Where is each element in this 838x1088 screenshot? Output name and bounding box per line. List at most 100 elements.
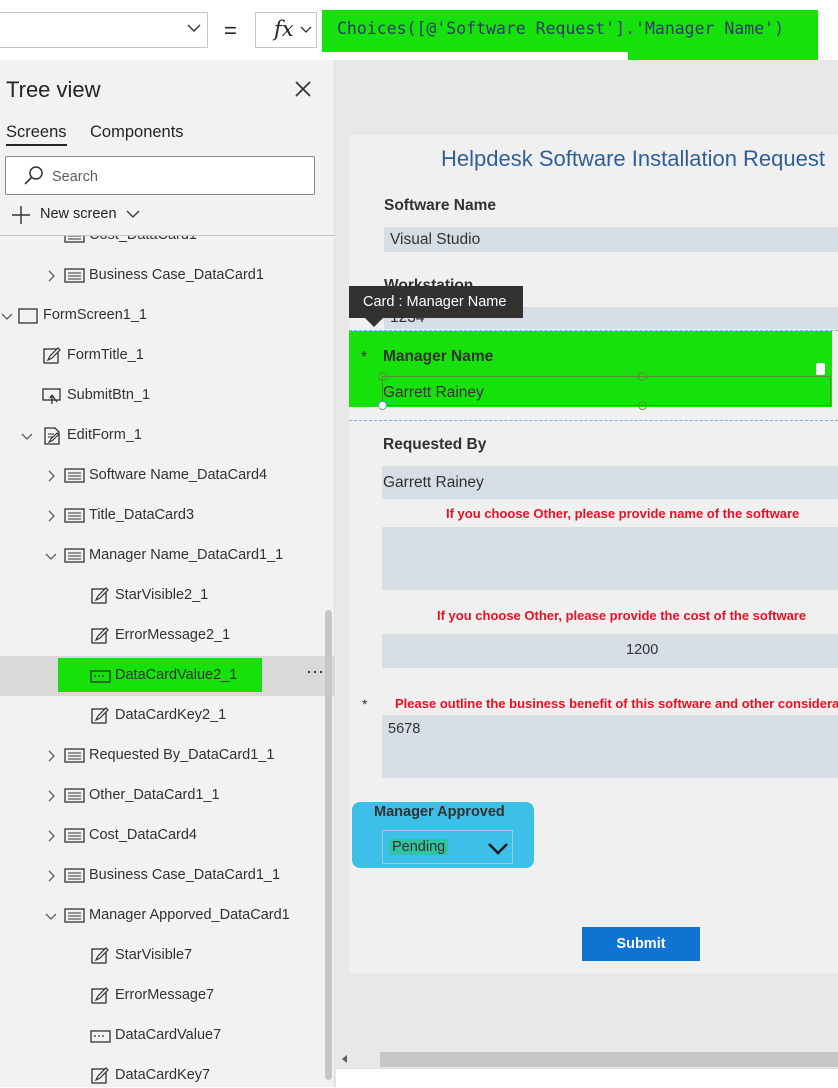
tree-node[interactable]: DataCardKey2_1 xyxy=(0,696,335,736)
card-icon xyxy=(64,788,85,803)
tree-node[interactable]: StarVisible2_1 xyxy=(0,576,335,616)
tree-node[interactable]: Manager Apporved_DataCard1 xyxy=(0,896,335,936)
tree-node[interactable]: FormScreen1_1 xyxy=(0,296,335,336)
scrollbar-thumb[interactable] xyxy=(380,1052,838,1067)
fx-button[interactable]: fx xyxy=(255,12,317,48)
card-icon xyxy=(64,468,85,483)
tree-node[interactable]: Other_DataCard1_1 xyxy=(0,776,335,816)
chevron-right-icon[interactable] xyxy=(44,869,58,883)
search-input[interactable]: Search xyxy=(5,156,315,195)
tree-node[interactable]: Manager Name_DataCard1_1 xyxy=(0,536,335,576)
chevron-down-icon[interactable] xyxy=(44,549,58,563)
edit-label-icon xyxy=(91,1067,109,1084)
tree-node-label: ErrorMessage2_1 xyxy=(115,627,231,643)
tree-node-label: DataCardValue7 xyxy=(115,1027,222,1043)
tree-node-label: Business Case_DataCard1 xyxy=(89,267,264,283)
tree-scrollbar[interactable] xyxy=(325,610,332,1080)
other-name-field[interactable] xyxy=(382,527,838,590)
chevron-right-icon[interactable] xyxy=(44,469,58,483)
tab-screens[interactable]: Screens xyxy=(6,123,67,142)
requested-by-field[interactable]: Garrett Rainey xyxy=(382,466,838,499)
tree-node[interactable]: Title_DataCard3 xyxy=(0,496,335,536)
panel-title: Tree view xyxy=(6,77,101,102)
more-options-icon[interactable]: ⋯ xyxy=(306,662,325,683)
required-star: * xyxy=(362,696,368,712)
card-icon xyxy=(64,828,85,843)
tree-node[interactable]: Business Case_DataCard1_1 xyxy=(0,856,335,896)
tree-node[interactable]: DataCardValue7 xyxy=(0,1016,335,1056)
chevron-right-icon[interactable] xyxy=(44,269,58,283)
tree-node-label: SubmitBtn_1 xyxy=(67,387,151,403)
search-icon xyxy=(24,166,43,185)
tree-node[interactable]: Cost_DataCard1 xyxy=(0,236,335,256)
formula-highlight xyxy=(628,52,818,60)
software-name-field[interactable]: Visual Studio xyxy=(384,227,838,252)
tree-view-panel: Tree view Screens Components Search New … xyxy=(0,60,335,1087)
tree-node-label: Cost_DataCard1 xyxy=(89,236,197,243)
active-tab-indicator xyxy=(6,144,67,146)
tree-node[interactable]: SubmitBtn_1 xyxy=(0,376,335,416)
tree-node[interactable]: ErrorMessage2_1 xyxy=(0,616,335,656)
new-screen-label: New screen xyxy=(40,206,117,222)
tree-node[interactable]: Business Case_DataCard1 xyxy=(0,256,335,296)
business-note: Please outline the business benefit of t… xyxy=(395,696,838,711)
resize-handle[interactable] xyxy=(638,372,647,381)
input-icon xyxy=(90,1030,111,1043)
chevron-down-icon[interactable] xyxy=(0,309,14,323)
tree-node[interactable]: DataCardValue2_1 ⋯ xyxy=(0,656,335,696)
chevron-down-icon[interactable] xyxy=(20,429,34,443)
edit-label-icon xyxy=(91,987,109,1004)
resize-handle[interactable] xyxy=(816,363,825,375)
submit-button[interactable]: Submit xyxy=(582,927,700,961)
formula-input[interactable]: Choices([@'Software Request'].'Manager N… xyxy=(322,10,818,52)
tree-node-label: StarVisible2_1 xyxy=(115,587,209,603)
resize-handle[interactable] xyxy=(378,401,387,410)
business-case-field[interactable]: 5678 xyxy=(382,715,838,778)
tree-node[interactable]: Requested By_DataCard1_1 xyxy=(0,736,335,776)
tree-node[interactable]: FormTitle_1 xyxy=(0,336,335,376)
tree-list: Cost_DataCard1 Business Case_DataCard1 For… xyxy=(0,236,335,1087)
property-dropdown[interactable] xyxy=(0,12,208,48)
chevron-right-icon[interactable] xyxy=(44,789,58,803)
status-strip xyxy=(336,1068,838,1088)
chevron-down-icon xyxy=(187,24,201,32)
chevron-down-icon[interactable] xyxy=(44,909,58,923)
tree-node[interactable]: StarVisible7 xyxy=(0,936,335,976)
cost-field[interactable]: 1200 xyxy=(382,634,838,668)
manager-approved-label: Manager Approved xyxy=(374,804,505,820)
tab-components[interactable]: Components xyxy=(90,123,184,142)
business-case-value: 5678 xyxy=(388,721,421,737)
other-note: If you choose Other, please provide name… xyxy=(446,506,800,521)
form-title: Helpdesk Software Installation Request xyxy=(441,146,825,171)
tree-node-label: FormScreen1_1 xyxy=(43,307,147,323)
screen-icon xyxy=(18,308,38,324)
close-icon[interactable] xyxy=(294,80,312,98)
tooltip-arrow xyxy=(365,318,383,327)
resize-handle[interactable] xyxy=(378,372,387,381)
chevron-right-icon[interactable] xyxy=(44,749,58,763)
chevron-right-icon[interactable] xyxy=(44,509,58,523)
manager-approved-card[interactable]: Manager Approved Pending xyxy=(352,802,534,868)
manager-approved-dropdown[interactable]: Pending xyxy=(382,830,513,864)
plus-icon xyxy=(12,206,30,224)
selection-frame xyxy=(382,376,831,406)
canvas-scrollbar[interactable] xyxy=(336,1048,838,1068)
card-icon xyxy=(64,236,85,243)
card-tooltip: Card : Manager Name xyxy=(349,286,523,318)
required-star: * xyxy=(361,349,368,366)
card-icon xyxy=(64,548,85,563)
tree-node[interactable]: EditForm_1 xyxy=(0,416,335,456)
scroll-left-icon[interactable] xyxy=(342,1055,347,1063)
chevron-right-icon[interactable] xyxy=(44,829,58,843)
chevron-down-icon xyxy=(126,210,140,218)
tree-node[interactable]: DataCardKey7 xyxy=(0,1056,335,1087)
resize-handle[interactable] xyxy=(638,401,647,410)
tree-node[interactable]: ErrorMessage7 xyxy=(0,976,335,1016)
edit-label-icon xyxy=(91,707,109,724)
tree-node[interactable]: Cost_DataCard4 xyxy=(0,816,335,856)
tree-node[interactable]: Software Name_DataCard4 xyxy=(0,456,335,496)
search-placeholder: Search xyxy=(52,169,98,185)
tree-node-label: Software Name_DataCard4 xyxy=(89,467,268,483)
edit-label-icon xyxy=(91,947,109,964)
tree-node-label: StarVisible7 xyxy=(115,947,193,963)
